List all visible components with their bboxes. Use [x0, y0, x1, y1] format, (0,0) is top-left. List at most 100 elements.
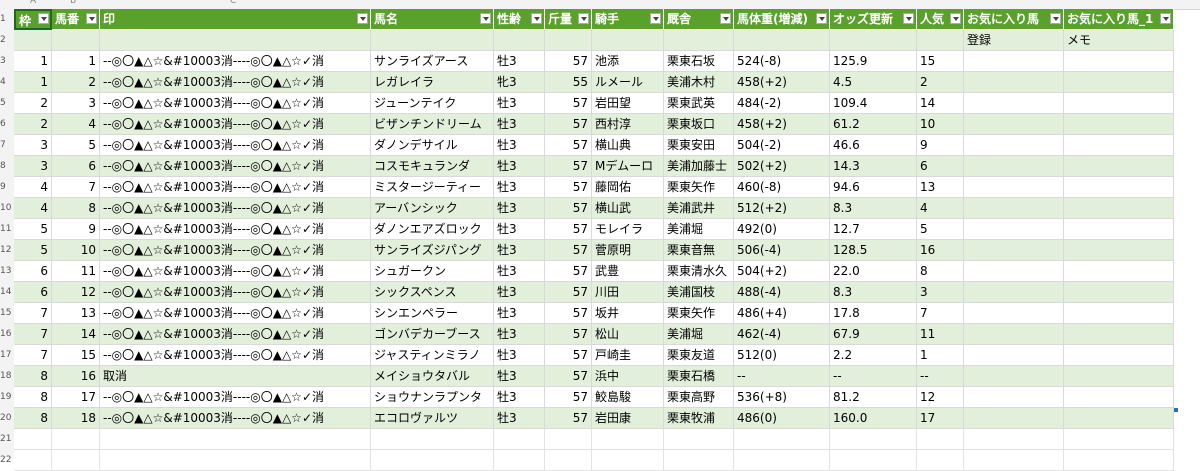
table-cell[interactable]: 57 — [545, 303, 592, 324]
table-cell[interactable]: 8 — [52, 198, 100, 219]
filter-dropdown-icon[interactable] — [357, 13, 368, 24]
row-number[interactable]: 6 — [0, 119, 14, 129]
table-cell[interactable]: コスモキュランダ — [371, 156, 494, 177]
column-header[interactable]: 印 — [100, 9, 371, 30]
table-cell[interactable]: 504(+2) — [734, 261, 830, 282]
table-cell[interactable]: Mデムーロ — [592, 156, 664, 177]
filter-dropdown-icon[interactable] — [720, 13, 731, 24]
table-cell[interactable]: モレイラ — [592, 219, 664, 240]
table-cell[interactable]: 4 — [52, 114, 100, 135]
table-cell[interactable]: 512(0) — [734, 345, 830, 366]
filter-dropdown-icon[interactable] — [950, 13, 961, 24]
table-cell[interactable]: 牡3 — [494, 51, 545, 72]
row-number[interactable]: 1 — [0, 14, 14, 24]
table-cell[interactable]: 横山典 — [592, 135, 664, 156]
table-cell[interactable] — [1064, 387, 1174, 408]
table-cell[interactable] — [964, 387, 1064, 408]
table-cell[interactable]: 15 — [917, 51, 964, 72]
table-cell[interactable]: 栗東石橋 — [664, 366, 734, 387]
table-cell[interactable]: --◎〇▲△☆&#10003消----◎〇▲△☆✓消 — [100, 114, 371, 135]
table-cell[interactable] — [964, 324, 1064, 345]
table-cell[interactable]: 6 — [14, 261, 52, 282]
table-cell[interactable]: シックスペンス — [371, 282, 494, 303]
column-letter[interactable]: C — [230, 0, 236, 6]
table-cell[interactable] — [1064, 198, 1174, 219]
table-cell[interactable]: 5 — [917, 219, 964, 240]
table-cell[interactable]: 牡3 — [494, 345, 545, 366]
filter-dropdown-icon[interactable] — [816, 13, 827, 24]
row-number[interactable]: 8 — [0, 161, 14, 171]
table-cell[interactable]: 栗東矢作 — [664, 177, 734, 198]
table-resize-handle[interactable] — [1174, 408, 1178, 412]
empty-cell[interactable] — [371, 429, 494, 450]
table-cell[interactable]: 17 — [917, 408, 964, 429]
table-cell[interactable]: 486(0) — [734, 408, 830, 429]
table-cell[interactable]: 6 — [52, 156, 100, 177]
table-cell[interactable] — [964, 135, 1064, 156]
table-cell[interactable]: 牝3 — [494, 72, 545, 93]
table-cell[interactable]: 9 — [917, 135, 964, 156]
table-cell[interactable]: 川田 — [592, 282, 664, 303]
table-cell[interactable]: 16 — [917, 240, 964, 261]
table-cell[interactable]: --◎〇▲△☆&#10003消----◎〇▲△☆✓消 — [100, 303, 371, 324]
table-cell[interactable] — [1064, 345, 1174, 366]
table-cell[interactable]: 牡3 — [494, 114, 545, 135]
table-cell[interactable]: 10 — [52, 240, 100, 261]
table-cell[interactable]: ダノンエアズロック — [371, 219, 494, 240]
table-cell[interactable]: 55 — [545, 72, 592, 93]
table-cell[interactable]: 2 — [52, 72, 100, 93]
table-cell[interactable]: ゴンバデカーブース — [371, 324, 494, 345]
filter-dropdown-icon[interactable] — [578, 13, 589, 24]
table-cell[interactable]: 94.6 — [830, 177, 917, 198]
table-cell[interactable]: 458(+2) — [734, 72, 830, 93]
table-cell[interactable]: 美浦武井 — [664, 198, 734, 219]
table-cell[interactable] — [1064, 135, 1174, 156]
filter-dropdown-icon[interactable] — [1160, 13, 1171, 24]
filter-dropdown-icon[interactable] — [480, 13, 491, 24]
table-cell[interactable] — [964, 261, 1064, 282]
table-cell[interactable] — [1064, 324, 1174, 345]
table-cell[interactable] — [52, 30, 100, 51]
table-cell[interactable]: 12.7 — [830, 219, 917, 240]
table-cell[interactable]: 岩田望 — [592, 93, 664, 114]
row-number[interactable]: 9 — [0, 182, 14, 192]
table-cell[interactable]: -- — [830, 366, 917, 387]
table-cell[interactable] — [917, 30, 964, 51]
empty-cell[interactable] — [545, 450, 592, 471]
empty-cell[interactable] — [830, 450, 917, 471]
table-cell[interactable]: --◎〇▲△☆&#10003消----◎〇▲△☆✓消 — [100, 93, 371, 114]
table-cell[interactable]: 牡3 — [494, 366, 545, 387]
table-cell[interactable]: 460(-8) — [734, 177, 830, 198]
table-cell[interactable]: 牡3 — [494, 282, 545, 303]
table-cell[interactable]: 栗東牧浦 — [664, 408, 734, 429]
table-cell[interactable]: 57 — [545, 219, 592, 240]
table-cell[interactable]: 57 — [545, 198, 592, 219]
table-cell[interactable] — [964, 282, 1064, 303]
table-cell[interactable]: 6 — [14, 282, 52, 303]
table-cell[interactable]: 536(+8) — [734, 387, 830, 408]
table-cell[interactable]: 1 — [14, 72, 52, 93]
table-cell[interactable]: 3 — [52, 93, 100, 114]
table-cell[interactable]: 57 — [545, 345, 592, 366]
table-cell[interactable] — [1064, 156, 1174, 177]
table-cell[interactable] — [964, 177, 1064, 198]
table-cell[interactable]: 6 — [917, 156, 964, 177]
table-cell[interactable] — [371, 30, 494, 51]
table-cell[interactable]: 美浦木村 — [664, 72, 734, 93]
empty-cell[interactable] — [964, 429, 1064, 450]
table-cell[interactable]: --◎〇▲△☆&#10003消----◎〇▲△☆✓消 — [100, 51, 371, 72]
table-cell[interactable]: 57 — [545, 387, 592, 408]
table-cell[interactable]: ミスタージーティー — [371, 177, 494, 198]
table-cell[interactable]: 8 — [14, 366, 52, 387]
table-cell[interactable] — [664, 30, 734, 51]
table-cell[interactable]: 2 — [14, 93, 52, 114]
table-cell[interactable]: --◎〇▲△☆&#10003消----◎〇▲△☆✓消 — [100, 282, 371, 303]
table-cell[interactable]: 458(+2) — [734, 114, 830, 135]
table-cell[interactable]: 藤岡佑 — [592, 177, 664, 198]
table-cell[interactable]: 西村淳 — [592, 114, 664, 135]
table-cell[interactable] — [1064, 261, 1174, 282]
table-cell[interactable]: 10 — [917, 114, 964, 135]
table-cell[interactable]: 7 — [917, 303, 964, 324]
table-cell[interactable]: シュガークン — [371, 261, 494, 282]
table-cell[interactable]: 12 — [52, 282, 100, 303]
